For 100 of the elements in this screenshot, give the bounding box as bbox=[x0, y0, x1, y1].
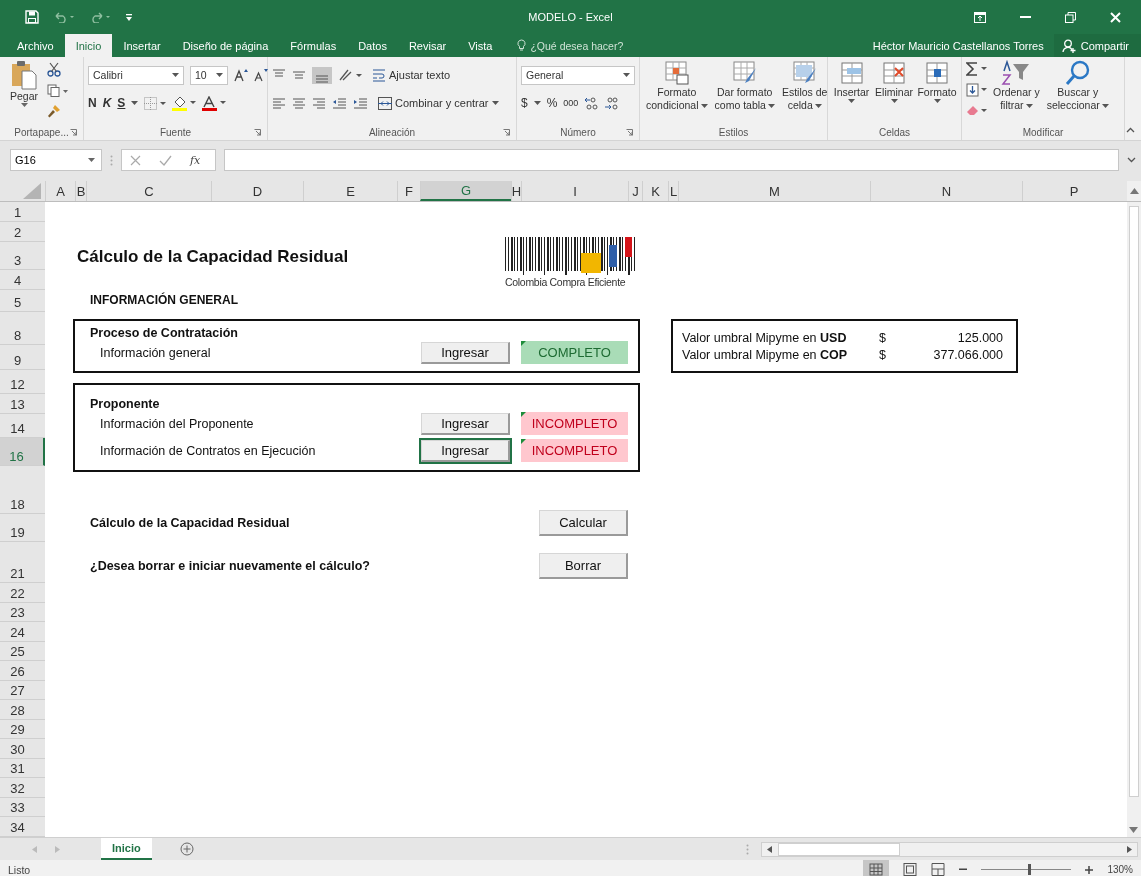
sort-filter-button[interactable]: Ordenar y filtrar bbox=[991, 60, 1042, 112]
grow-font-icon[interactable] bbox=[234, 68, 248, 82]
column-header[interactable]: K bbox=[642, 181, 668, 201]
ribbon-tab[interactable]: Diseño de página bbox=[171, 34, 280, 57]
sheet-tab[interactable]: Inicio bbox=[101, 838, 152, 860]
decrease-decimal-icon[interactable] bbox=[604, 96, 619, 110]
caret-icon[interactable] bbox=[533, 101, 541, 105]
column-header[interactable]: P bbox=[1022, 181, 1125, 201]
column-header[interactable]: G bbox=[420, 181, 511, 201]
caret-icon[interactable] bbox=[131, 101, 139, 105]
collapse-ribbon-icon[interactable] bbox=[1126, 127, 1135, 133]
dialog-launcher-icon[interactable] bbox=[254, 129, 261, 136]
format-painter-icon[interactable] bbox=[47, 104, 61, 118]
font-name-field[interactable]: Calibri bbox=[88, 65, 184, 85]
restore-icon[interactable] bbox=[1065, 11, 1076, 23]
orientation-icon[interactable] bbox=[338, 68, 362, 82]
undo-icon[interactable] bbox=[53, 11, 75, 23]
ribbon-tab[interactable]: Archivo bbox=[6, 34, 65, 57]
action-button[interactable]: Calcular bbox=[539, 510, 628, 536]
autosum-icon[interactable] bbox=[966, 62, 988, 76]
styles-button[interactable]: Formato condicional bbox=[644, 60, 710, 112]
formula-field[interactable] bbox=[224, 149, 1119, 171]
underline-button[interactable]: S bbox=[117, 96, 126, 110]
action-button[interactable]: Borrar bbox=[539, 553, 628, 579]
zoom-in-icon[interactable] bbox=[1085, 865, 1094, 874]
paste-button[interactable]: Pegar bbox=[4, 60, 44, 107]
bold-button[interactable]: N bbox=[88, 96, 97, 110]
column-header[interactable]: H bbox=[511, 181, 521, 201]
fill-icon[interactable] bbox=[966, 83, 988, 97]
dialog-launcher-icon[interactable] bbox=[626, 129, 633, 136]
eraser-icon[interactable] bbox=[966, 104, 988, 116]
dialog-launcher-icon[interactable] bbox=[503, 129, 510, 136]
cells-button[interactable]: Eliminar bbox=[874, 60, 914, 103]
ribbon-tab[interactable]: Insertar bbox=[112, 34, 172, 57]
align-center-icon[interactable] bbox=[292, 97, 306, 109]
tell-me-field[interactable]: ¿Qué desea hacer? bbox=[530, 39, 641, 52]
align-middle-icon[interactable] bbox=[292, 69, 306, 81]
close-icon[interactable] bbox=[1110, 11, 1121, 23]
increase-indent-icon[interactable] bbox=[353, 97, 368, 109]
dialog-launcher-icon[interactable] bbox=[70, 129, 77, 136]
cancel-icon[interactable] bbox=[130, 154, 141, 166]
zoom-level[interactable]: 130% bbox=[1107, 864, 1133, 875]
cut-icon[interactable] bbox=[47, 62, 61, 77]
fill-color-icon[interactable] bbox=[172, 95, 197, 111]
scroll-left-icon[interactable] bbox=[767, 845, 772, 853]
ribbon-display-icon[interactable] bbox=[974, 11, 986, 23]
add-sheet-icon[interactable] bbox=[179, 842, 194, 856]
vertical-scrollbar[interactable] bbox=[1127, 202, 1141, 837]
enter-icon[interactable] bbox=[159, 154, 172, 166]
name-box[interactable]: G16 bbox=[10, 149, 102, 171]
column-header[interactable]: D bbox=[211, 181, 303, 201]
find-select-button[interactable]: Buscar y seleccionar bbox=[1044, 60, 1111, 112]
zoom-out-icon[interactable] bbox=[959, 868, 968, 871]
enter-button[interactable]: Ingresar bbox=[421, 412, 510, 435]
copy-icon[interactable] bbox=[47, 84, 69, 97]
insert-function-button[interactable]: fx bbox=[190, 153, 201, 167]
italic-button[interactable]: K bbox=[102, 96, 112, 110]
currency-button[interactable]: $ bbox=[521, 96, 528, 110]
ribbon-tab[interactable]: Inicio bbox=[64, 34, 113, 57]
font-size-field[interactable]: 10 bbox=[190, 65, 228, 85]
column-header[interactable]: N bbox=[870, 181, 1022, 201]
align-right-icon[interactable] bbox=[312, 97, 326, 109]
scroll-up-icon[interactable] bbox=[1129, 188, 1139, 194]
expand-icon[interactable] bbox=[1127, 157, 1136, 163]
column-header[interactable]: I bbox=[521, 181, 628, 201]
column-header[interactable]: M bbox=[678, 181, 870, 201]
ribbon-tab[interactable]: Vista bbox=[457, 34, 504, 57]
shrink-font-icon[interactable] bbox=[254, 68, 268, 82]
increase-decimal-icon[interactable] bbox=[584, 96, 599, 110]
styles-button[interactable]: Estilos de celda bbox=[779, 60, 830, 112]
horizontal-scrollbar[interactable] bbox=[761, 841, 1138, 857]
column-header[interactable]: B bbox=[75, 181, 86, 201]
column-header[interactable]: J bbox=[628, 181, 642, 201]
enter-button[interactable]: Ingresar bbox=[421, 341, 510, 364]
save-icon[interactable] bbox=[25, 10, 39, 24]
percent-button[interactable]: % bbox=[546, 96, 558, 110]
thousands-button[interactable]: 000 bbox=[563, 98, 579, 108]
borders-icon[interactable] bbox=[144, 96, 167, 110]
wrap-text-button[interactable]: Ajustar texto bbox=[372, 68, 451, 82]
enter-button[interactable]: Ingresar bbox=[421, 439, 510, 462]
normal-view-icon[interactable] bbox=[863, 860, 890, 876]
styles-button[interactable]: Dar formato como tabla bbox=[712, 60, 777, 112]
column-header[interactable]: E bbox=[303, 181, 397, 201]
decrease-indent-icon[interactable] bbox=[332, 97, 347, 109]
page-break-icon[interactable] bbox=[931, 863, 946, 876]
ribbon-tab[interactable]: Fórmulas bbox=[279, 34, 348, 57]
redo-icon[interactable] bbox=[89, 11, 111, 23]
number-format-field[interactable]: General bbox=[521, 65, 635, 85]
customize-toolbar-icon[interactable] bbox=[125, 12, 133, 22]
font-color-icon[interactable] bbox=[202, 95, 227, 111]
align-bottom-icon[interactable] bbox=[312, 66, 332, 84]
scroll-down-icon[interactable] bbox=[1129, 827, 1138, 833]
column-header[interactable]: L bbox=[668, 181, 678, 201]
scroll-right-icon[interactable] bbox=[1127, 845, 1132, 853]
user-name[interactable]: Héctor Mauricio Castellanos Torres bbox=[872, 39, 1054, 52]
cells-button[interactable]: Insertar bbox=[832, 60, 872, 103]
ribbon-tab[interactable]: Datos bbox=[347, 34, 398, 57]
merge-center-button[interactable]: Combinar y centrar bbox=[378, 96, 499, 110]
page-layout-icon[interactable] bbox=[903, 863, 918, 876]
column-header[interactable]: C bbox=[86, 181, 211, 201]
